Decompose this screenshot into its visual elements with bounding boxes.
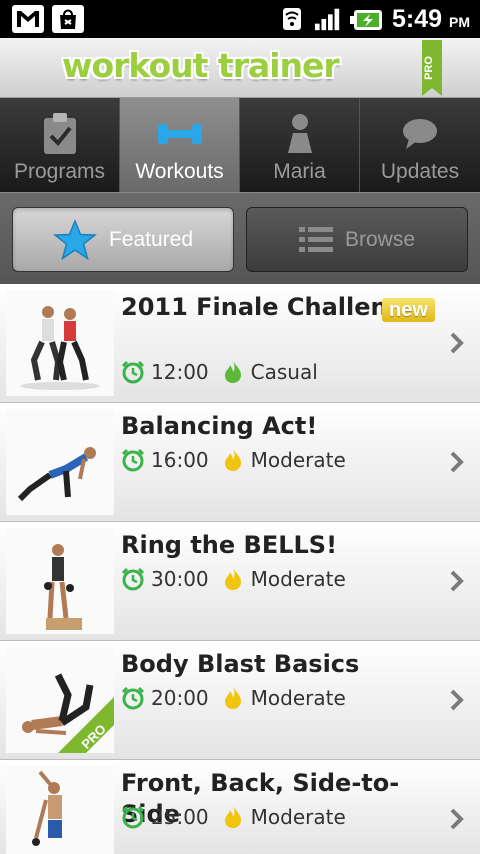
workout-list: 2011 Finale Challenge new 12:00 Casual B… xyxy=(0,284,480,854)
list-item[interactable]: 2011 Finale Challenge new 12:00 Casual xyxy=(0,284,480,403)
alarm-clock-icon xyxy=(121,567,145,591)
tab-label: Maria xyxy=(273,160,326,183)
app-header: workout trainer PRO xyxy=(0,38,480,98)
pro-ribbon-label: PRO xyxy=(423,56,435,80)
gmail-icon xyxy=(12,5,44,33)
flame-icon xyxy=(224,687,241,709)
workout-intensity: Moderate xyxy=(250,805,346,829)
chat-bubble-icon xyxy=(360,112,480,156)
chevron-right-icon xyxy=(450,332,464,354)
signal-icon xyxy=(314,6,342,32)
workout-thumbnail: PRO xyxy=(6,647,114,753)
browse-button[interactable]: Browse xyxy=(246,207,468,272)
workout-duration: 12:00 xyxy=(151,360,209,384)
chevron-right-icon xyxy=(450,808,464,830)
workout-thumbnail xyxy=(6,290,114,396)
workout-title: Balancing Act! xyxy=(121,412,318,440)
tab-label: Workouts xyxy=(135,160,224,183)
tab-label: Updates xyxy=(380,160,460,183)
featured-label: Featured xyxy=(108,227,194,251)
clock: 5:49 PM xyxy=(392,4,470,33)
clipboard-icon xyxy=(0,112,119,156)
tab-updates[interactable]: Updates xyxy=(360,98,480,192)
workout-title: Ring the BELLS! xyxy=(121,531,338,559)
chevron-right-icon xyxy=(450,570,464,592)
workout-duration: 25:00 xyxy=(151,805,209,829)
workout-thumbnail xyxy=(6,766,114,854)
workout-intensity: Moderate xyxy=(250,567,346,591)
person-icon xyxy=(240,112,359,156)
workout-intensity: Casual xyxy=(250,360,318,384)
alarm-clock-icon xyxy=(121,686,145,710)
workout-intensity: Moderate xyxy=(250,448,346,472)
alarm-clock-icon xyxy=(121,448,145,472)
pro-ribbon-icon: PRO xyxy=(422,40,442,96)
browse-label: Browse xyxy=(344,227,416,251)
workout-meta: 25:00 Moderate xyxy=(121,805,346,829)
workout-meta: 30:00 Moderate xyxy=(121,567,346,591)
workout-meta: 12:00 Casual xyxy=(121,360,318,384)
status-bar: 5:49 PM xyxy=(0,0,480,38)
dumbbell-icon xyxy=(120,112,239,156)
flame-icon xyxy=(224,568,241,590)
tab-programs[interactable]: Programs xyxy=(0,98,120,192)
tab-label: Programs xyxy=(13,160,106,183)
list-item[interactable]: PRO Body Blast Basics 20:00 Moderate xyxy=(0,641,480,760)
featured-button[interactable]: Featured xyxy=(12,207,234,272)
list-item[interactable]: Balancing Act! 16:00 Moderate xyxy=(0,403,480,522)
wifi-icon xyxy=(278,6,306,32)
workout-duration: 16:00 xyxy=(151,448,209,472)
workout-meta: 20:00 Moderate xyxy=(121,686,346,710)
chevron-right-icon xyxy=(450,451,464,473)
tab-bar: Programs Workouts Maria Updates xyxy=(0,98,480,192)
new-badge: new xyxy=(382,298,435,322)
workout-duration: 20:00 xyxy=(151,686,209,710)
workout-intensity: Moderate xyxy=(250,686,346,710)
alarm-clock-icon xyxy=(121,360,145,384)
list-item[interactable]: Ring the BELLS! 30:00 Moderate xyxy=(0,522,480,641)
workout-duration: 30:00 xyxy=(151,567,209,591)
shopping-bag-icon xyxy=(52,5,84,33)
list-item[interactable]: Front, Back, Side-to-Side 25:00 Moderate xyxy=(0,760,480,854)
workout-thumbnail xyxy=(6,409,114,515)
flame-icon xyxy=(224,361,241,383)
list-icon xyxy=(298,226,333,252)
flame-icon xyxy=(224,806,241,828)
battery-charging-icon xyxy=(350,6,384,32)
alarm-clock-icon xyxy=(121,805,145,829)
segmented-control: Featured Browse xyxy=(0,192,480,284)
flame-icon xyxy=(224,449,241,471)
pro-corner-badge: PRO xyxy=(58,697,114,753)
chevron-right-icon xyxy=(450,689,464,711)
workout-meta: 16:00 Moderate xyxy=(121,448,346,472)
workout-thumbnail xyxy=(6,528,114,634)
workout-title: Body Blast Basics xyxy=(121,650,360,678)
app-logo: workout trainer xyxy=(62,46,340,85)
star-icon xyxy=(52,218,97,260)
tab-maria[interactable]: Maria xyxy=(240,98,360,192)
tab-workouts[interactable]: Workouts xyxy=(120,98,240,192)
